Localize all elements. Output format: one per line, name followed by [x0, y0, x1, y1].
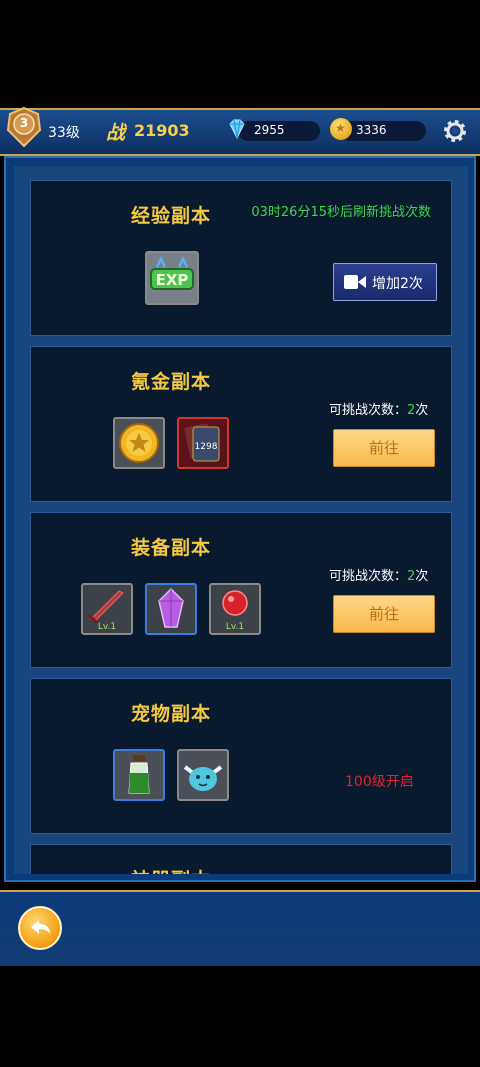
card-title: 装备副本: [131, 537, 212, 559]
rank-number: 3: [19, 116, 29, 130]
sword-item[interactable]: Lv.1: [81, 583, 133, 635]
red-gem-icon: [222, 590, 248, 616]
card-title: 经验副本: [131, 205, 212, 227]
card-title: 宠物副本: [131, 703, 212, 725]
diamond-icon: [229, 119, 245, 140]
item-level: Lv.1: [225, 622, 245, 632]
attempts-remaining: 可挑战次数：2次: [329, 565, 428, 584]
rank-badge-icon: 3: [4, 106, 44, 150]
exp-label: EXP: [156, 271, 189, 289]
back-button[interactable]: [18, 906, 62, 950]
go-button-gold[interactable]: 前往: [333, 429, 435, 467]
gold-counter[interactable]: 3336: [340, 121, 426, 141]
exp-item[interactable]: EXP: [145, 251, 199, 305]
power-label: 战: [106, 122, 126, 144]
card-title: 氪金副本: [131, 371, 212, 393]
attempts-label: 可挑战次数：: [329, 569, 408, 584]
gold-coin-icon: [119, 423, 159, 463]
dungeon-panel: 经验副本 03时26分15秒后刷新挑战次数 EXP 增加2次 氪金副本 可挑战次…: [4, 156, 476, 882]
card-value: 1298: [195, 442, 218, 452]
go-button-equipment[interactable]: 前往: [333, 595, 435, 633]
diamond-value: 2955: [254, 123, 285, 137]
card-equipment-dungeon: 装备副本 可挑战次数：2次 Lv.1 Lv.1 前往: [30, 512, 452, 668]
exp-icon: EXP: [150, 256, 194, 290]
potion-icon: [128, 755, 150, 794]
pet-item[interactable]: [177, 749, 229, 801]
sword-icon: [87, 590, 124, 625]
card-pet-dungeon: 宠物副本 100级开启: [30, 678, 452, 834]
gold-coin-icon: [330, 118, 352, 140]
power-value: 21903: [134, 121, 190, 140]
attempts-remaining: 可挑战次数：2次: [329, 399, 428, 418]
potion-item[interactable]: [113, 749, 165, 801]
gold-value: 3336: [356, 123, 387, 137]
player-level: 33级: [48, 125, 80, 141]
video-icon: [344, 275, 366, 289]
card-exp-dungeon: 经验副本 03时26分15秒后刷新挑战次数 EXP 增加2次: [30, 180, 452, 336]
top-bar: 3 33级 战 21903 2955 3336: [0, 106, 480, 156]
attempts-unit: 次: [415, 569, 429, 584]
refresh-timer: 03时26分15秒后刷新挑战次数: [251, 205, 431, 220]
gold-coin-item[interactable]: [113, 417, 165, 469]
card-title: 神器副本: [131, 865, 211, 874]
diamond-counter[interactable]: 2955: [238, 121, 320, 141]
card-gold-dungeon: 氪金副本 可挑战次数：2次 1298 前往: [30, 346, 452, 502]
crystal-item[interactable]: [145, 583, 197, 635]
add-attempts-button[interactable]: 增加2次: [333, 263, 437, 301]
dungeon-list[interactable]: 经验副本 03时26分15秒后刷新挑战次数 EXP 增加2次 氪金副本 可挑战次…: [14, 166, 468, 874]
attempts-label: 可挑战次数：: [329, 403, 408, 418]
bottom-bar: [0, 890, 480, 966]
attempts-unit: 次: [415, 403, 429, 418]
gear-icon[interactable]: [442, 118, 468, 144]
unlock-requirement: 100级开启: [345, 774, 414, 790]
card-artifact-dungeon: 神器副本: [30, 844, 452, 874]
card-item[interactable]: 1298: [177, 417, 229, 469]
back-arrow-icon: [31, 920, 50, 934]
crystal-icon: [158, 587, 184, 628]
add-attempts-label: 增加2次: [372, 276, 423, 292]
card-pack-icon: 1298: [184, 423, 220, 462]
pet-icon: [183, 765, 223, 791]
red-gem-item[interactable]: Lv.1: [209, 583, 261, 635]
item-level: Lv.1: [97, 622, 117, 632]
